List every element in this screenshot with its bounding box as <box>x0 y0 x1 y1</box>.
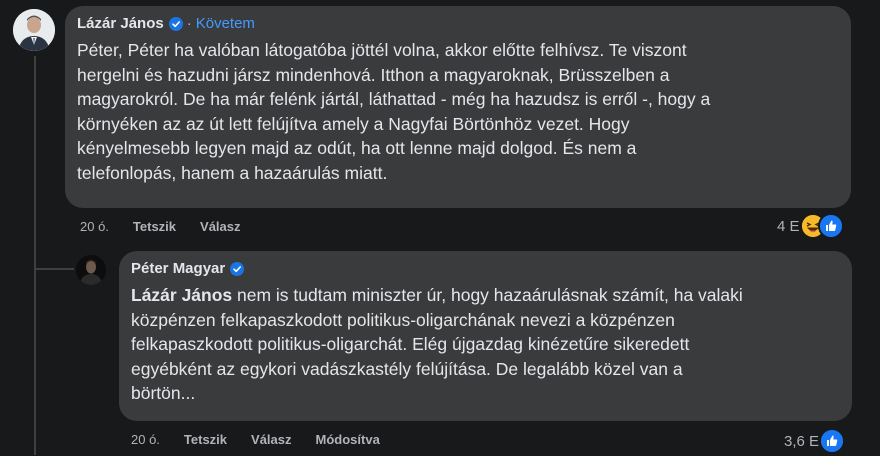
author-name[interactable]: Péter Magyar <box>131 259 225 279</box>
reaction-summary[interactable]: 3,6 E <box>784 428 846 454</box>
avatar[interactable] <box>76 255 106 285</box>
author-name[interactable]: Lázár János <box>77 14 164 34</box>
like-icon <box>819 428 846 454</box>
comment-actions: 20 ó. Tetszik Válasz <box>80 219 265 234</box>
like-button[interactable]: Tetszik <box>184 432 227 447</box>
verified-badge-icon <box>168 17 183 31</box>
reply-button[interactable]: Válasz <box>200 219 240 234</box>
mention-link[interactable]: Lázár János <box>131 285 232 305</box>
reply-bubble: Péter Magyar Lázár János nem is tudtam m… <box>119 251 852 421</box>
reply-button[interactable]: Válasz <box>251 432 291 447</box>
timestamp[interactable]: 20 ó. <box>80 219 109 234</box>
follow-link[interactable]: Követem <box>196 14 255 34</box>
comment-bubble: Lázár János · Követem Péter, Péter ha va… <box>65 6 851 208</box>
reaction-summary[interactable]: 4 E <box>777 213 844 239</box>
comment-actions: 20 ó. Tetszik Válasz Módosítva <box>131 432 404 447</box>
comment-text: Péter, Péter ha valóban látogatóba jötté… <box>77 40 711 183</box>
like-button[interactable]: Tetszik <box>133 219 176 234</box>
verified-badge-icon <box>230 262 245 276</box>
timestamp[interactable]: 20 ó. <box>131 432 160 447</box>
edited-label[interactable]: Módosítva <box>316 432 380 447</box>
reaction-count: 3,6 E <box>784 432 820 450</box>
thread-line-branch <box>34 268 74 270</box>
avatar[interactable] <box>13 9 55 51</box>
separator-dot: · <box>186 15 192 32</box>
thread-line-vertical <box>34 56 36 455</box>
like-icon <box>817 213 844 239</box>
reaction-count: 4 E <box>777 217 800 235</box>
comment-text: Lázár János nem is tudtam miniszter úr, … <box>131 283 840 406</box>
